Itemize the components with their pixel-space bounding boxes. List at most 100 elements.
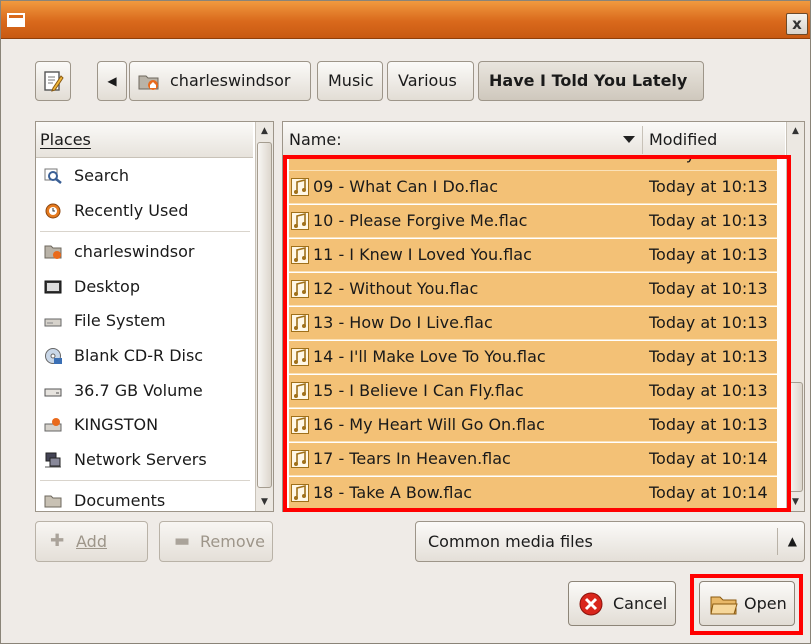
audio-file-icon bbox=[291, 314, 309, 332]
file-row[interactable]: 09 - What Can I Do.flac Today at 10:13 bbox=[289, 171, 777, 204]
places-scrollbar[interactable]: ▲ ▼ bbox=[255, 122, 273, 511]
close-button[interactable]: x bbox=[786, 13, 808, 35]
audio-file-icon bbox=[291, 484, 309, 502]
chevron-left-icon: ◀ bbox=[107, 74, 117, 88]
open-folder-icon bbox=[710, 596, 738, 615]
file-chooser-dialog: x ◀ charleswindsor Music Various Have I … bbox=[0, 0, 811, 644]
path-button-various[interactable]: Various bbox=[387, 61, 474, 101]
filter-separator bbox=[777, 528, 778, 555]
places-item-volume[interactable]: 36.7 GB Volume bbox=[36, 374, 254, 409]
places-scroll-thumb[interactable] bbox=[257, 142, 272, 488]
title-bar[interactable]: x bbox=[1, 1, 810, 39]
file-modified: Today at 10:13 bbox=[649, 245, 768, 264]
file-list-header: Name: Modified bbox=[283, 122, 785, 158]
file-type-filter-select[interactable]: Common media files ▲ bbox=[415, 521, 805, 562]
file-modified: Today at 10:13 bbox=[649, 313, 768, 332]
desktop-icon bbox=[44, 280, 62, 294]
audio-file-icon bbox=[291, 416, 309, 434]
places-item-search[interactable]: Search bbox=[36, 159, 254, 194]
column-header-modified[interactable]: Modified bbox=[649, 122, 717, 158]
audio-file-icon bbox=[291, 212, 309, 230]
cancel-button[interactable]: Cancel bbox=[568, 581, 676, 626]
remove-bookmark-button[interactable]: ▬ Remove bbox=[159, 521, 273, 562]
places-item-network[interactable]: Network Servers bbox=[36, 443, 254, 478]
edit-icon bbox=[44, 71, 64, 92]
places-pane: Places Search Recently Used charleswinds… bbox=[35, 121, 274, 512]
file-modified: Today at 10:13 bbox=[649, 211, 768, 230]
file-name: 15 - I Believe I Can Fly.flac bbox=[313, 381, 524, 400]
type-location-button[interactable] bbox=[35, 61, 71, 101]
places-list: Search Recently Used charleswindsor Desk… bbox=[36, 159, 254, 511]
places-item-label: Network Servers bbox=[74, 449, 207, 469]
places-item-label: Documents bbox=[74, 491, 166, 511]
scroll-down-arrow-icon[interactable]: ▼ bbox=[787, 493, 804, 511]
sort-descending-icon[interactable] bbox=[623, 136, 635, 143]
updown-arrows-icon: ▲ bbox=[787, 534, 797, 548]
places-item-label: Desktop bbox=[74, 276, 140, 296]
places-item-label: KINGSTON bbox=[74, 415, 159, 435]
places-item-documents[interactable]: Documents bbox=[36, 484, 254, 511]
open-button[interactable]: Open bbox=[699, 581, 795, 626]
file-row[interactable]: 16 - My Heart Will Go On.flac Today at 1… bbox=[289, 409, 777, 442]
file-modified: Today at 10:14 bbox=[649, 483, 768, 502]
file-list-scrollbar[interactable]: ▲ ▼ bbox=[786, 122, 804, 511]
audio-file-icon bbox=[291, 382, 309, 400]
file-name: 10 - Please Forgive Me.flac bbox=[313, 211, 528, 230]
places-item-desktop[interactable]: Desktop bbox=[36, 270, 254, 305]
home-folder-icon bbox=[44, 245, 62, 260]
file-row[interactable]: 13 - How Do I Live.flac Today at 10:13 bbox=[289, 307, 777, 340]
column-divider[interactable] bbox=[642, 126, 643, 154]
file-row[interactable]: 08 - Whatever You Will Do.flac Today at … bbox=[289, 159, 777, 171]
file-list-scroll-thumb[interactable] bbox=[788, 382, 803, 492]
file-row[interactable]: 18 - Take A Bow.flac Today at 10:14 bbox=[289, 477, 777, 510]
plus-icon: ✚ bbox=[50, 531, 65, 551]
file-name: 14 - I'll Make Love To You.flac bbox=[313, 347, 546, 366]
scroll-down-arrow-icon[interactable]: ▼ bbox=[256, 493, 273, 511]
path-button-label: Have I Told You Lately bbox=[489, 71, 688, 90]
drive-icon bbox=[44, 388, 62, 397]
places-item-file-system[interactable]: File System bbox=[36, 304, 254, 339]
file-modified: Today at 10:13 bbox=[649, 381, 768, 400]
places-item-label: charleswindsor bbox=[74, 242, 195, 262]
file-list-pane: Name: Modified 08 - Whatever You Will Do… bbox=[282, 121, 805, 512]
file-name: 09 - What Can I Do.flac bbox=[313, 177, 499, 196]
window-menu-icon[interactable] bbox=[7, 13, 25, 27]
file-row[interactable]: 12 - Without You.flac Today at 10:13 bbox=[289, 273, 777, 306]
harddisk-icon bbox=[44, 318, 62, 327]
places-item-label: Blank CD-R Disc bbox=[74, 345, 204, 365]
places-item-blank-cd[interactable]: Blank CD-R Disc bbox=[36, 339, 254, 374]
path-button-label: charleswindsor bbox=[170, 71, 291, 90]
open-button-label: Open bbox=[744, 594, 787, 613]
places-item-label: File System bbox=[74, 311, 166, 331]
recent-icon bbox=[45, 203, 61, 219]
places-column-header[interactable]: Places bbox=[36, 122, 253, 158]
path-scroll-left-button[interactable]: ◀ bbox=[97, 61, 127, 101]
file-modified: Today at 10:13 bbox=[649, 279, 768, 298]
file-row[interactable]: 10 - Please Forgive Me.flac Today at 10:… bbox=[289, 205, 777, 238]
scroll-up-arrow-icon[interactable]: ▲ bbox=[787, 122, 804, 140]
file-modified: Today at 10:13 bbox=[649, 159, 768, 170]
add-bookmark-button[interactable]: ✚ Add bbox=[35, 521, 148, 562]
audio-file-icon bbox=[291, 178, 309, 196]
places-item-recently-used[interactable]: Recently Used bbox=[36, 194, 254, 229]
path-button-label: Various bbox=[398, 71, 457, 90]
remove-button-label: Remove bbox=[200, 532, 265, 551]
path-button-current[interactable]: Have I Told You Lately bbox=[478, 61, 704, 101]
file-row[interactable]: 15 - I Believe I Can Fly.flac Today at 1… bbox=[289, 375, 777, 408]
cancel-icon bbox=[579, 592, 603, 616]
path-button-home[interactable]: charleswindsor bbox=[129, 61, 311, 101]
audio-file-icon bbox=[291, 348, 309, 366]
path-button-music[interactable]: Music bbox=[317, 61, 383, 101]
column-header-name[interactable]: Name: bbox=[289, 122, 342, 158]
folder-icon bbox=[44, 495, 62, 508]
file-row[interactable]: 14 - I'll Make Love To You.flac Today at… bbox=[289, 341, 777, 374]
scroll-up-arrow-icon[interactable]: ▲ bbox=[256, 122, 273, 140]
file-row[interactable]: 17 - Tears In Heaven.flac Today at 10:14 bbox=[289, 443, 777, 476]
file-name: 16 - My Heart Will Go On.flac bbox=[313, 415, 545, 434]
file-row[interactable]: 11 - I Knew I Loved You.flac Today at 10… bbox=[289, 239, 777, 272]
search-icon bbox=[44, 168, 62, 184]
places-item-kingston[interactable]: KINGSTON bbox=[36, 408, 254, 443]
path-button-label: Music bbox=[328, 71, 374, 90]
places-item-home[interactable]: charleswindsor bbox=[36, 235, 254, 270]
places-item-label: Search bbox=[74, 166, 129, 185]
